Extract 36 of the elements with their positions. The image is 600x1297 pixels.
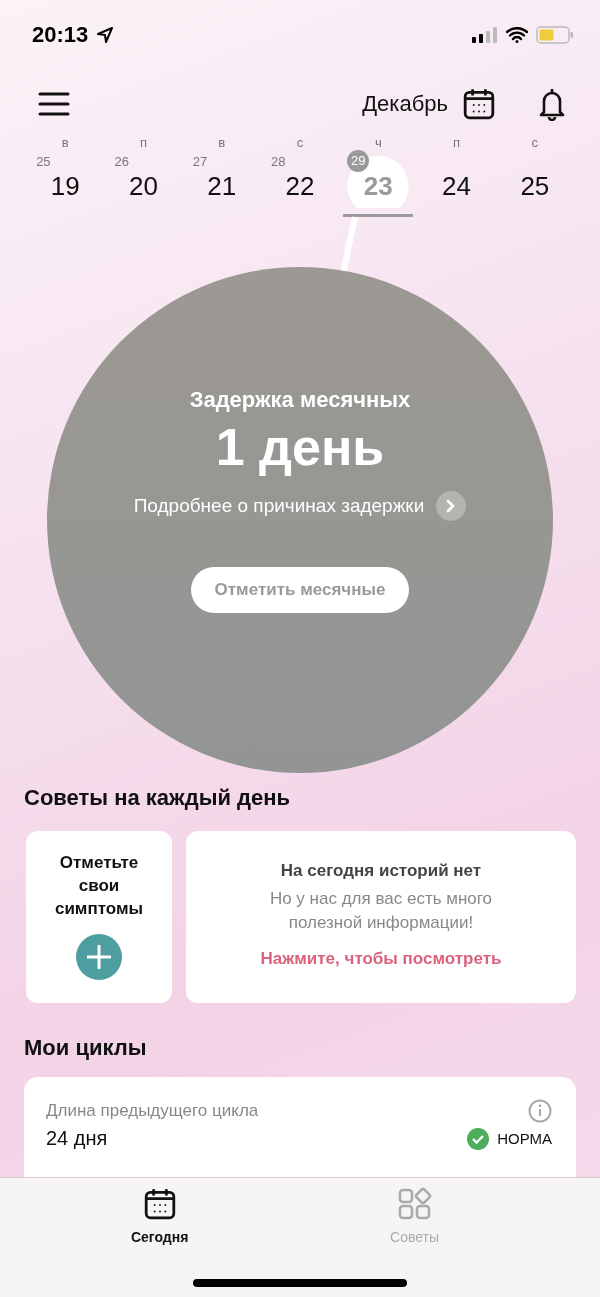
cycle-status: НОРМА [497,1130,552,1147]
day-button[interactable]: п 26 20 [108,132,179,217]
day-button[interactable]: с 28 22 [264,132,336,217]
day-button[interactable]: п 24 [421,132,492,217]
menu-icon [38,91,70,117]
delay-value: 1 день [215,417,385,477]
day-button[interactable]: с 25 [499,132,570,217]
stories-title: На сегодня историй нет [280,861,482,881]
circle-title: Задержка месячных [189,387,411,413]
signal-icon [472,27,498,43]
grid-icon [397,1187,432,1221]
cycle-length-value: 24 дня [46,1127,108,1150]
symptoms-card[interactable]: Отметьте свои симптомы [26,831,172,1003]
plus-icon [87,945,111,969]
check-icon [467,1127,490,1150]
calendar-icon [462,87,496,121]
battery-icon [536,26,574,44]
day-button[interactable]: в 25 19 [30,132,101,217]
month-label: Декабрь [362,91,448,117]
calendar-button[interactable] [462,87,496,121]
add-symptoms-button[interactable] [76,934,122,980]
status-time: 20:13 [32,22,89,48]
tips-heading: Советы на каждый день [24,785,292,811]
symptoms-label: Отметьте свои симптомы [53,852,145,920]
location-arrow-icon [96,26,115,44]
cycle-length-label: Длина предыдущего цикла [46,1101,259,1121]
tab-bar-item[interactable]: Сегодня [124,1186,195,1246]
notifications-button[interactable] [538,87,566,121]
stories-text: Но у нас для вас есть много полезной информации! [268,888,494,934]
chevron-icon [436,491,467,521]
bell-icon [538,87,566,121]
wifi-icon [506,27,528,43]
calendar-icon [142,1187,177,1221]
menu-button[interactable] [38,91,70,117]
day-button[interactable]: в 27 21 [186,132,257,217]
cycles-heading: Мои циклы [24,1035,148,1061]
